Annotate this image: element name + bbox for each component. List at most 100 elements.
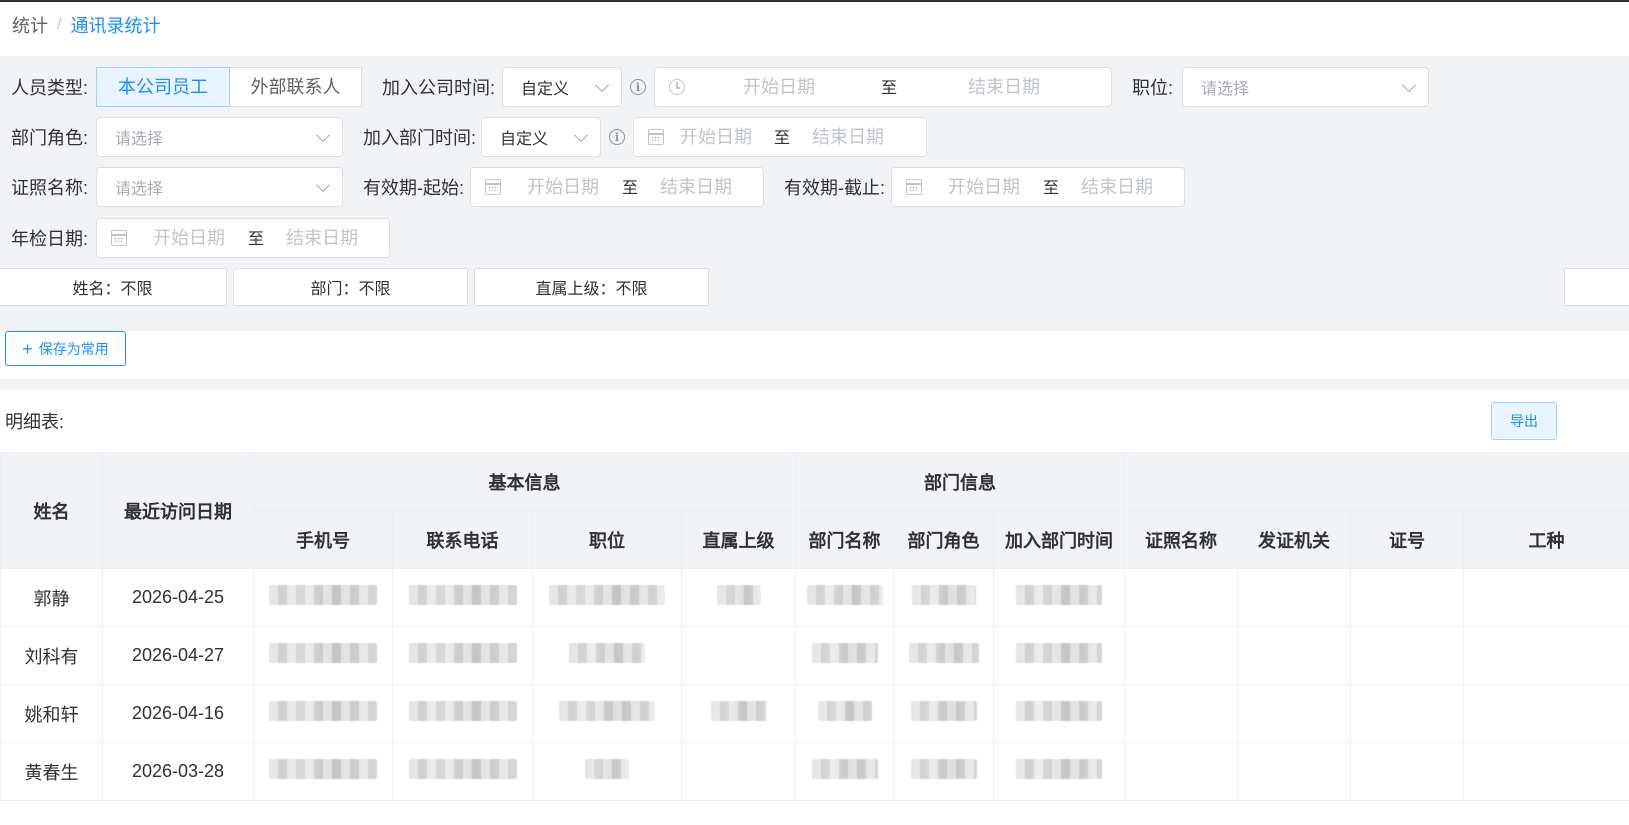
- cell-dept-name-redacted: [795, 684, 894, 743]
- cell-last-visit: 2026-03-28: [102, 742, 254, 801]
- person-type-segmented: 本公司员工 外部联系人: [96, 67, 362, 107]
- cell-phone-redacted: [392, 742, 533, 801]
- export-button[interactable]: 导出: [1491, 402, 1557, 440]
- col-header-phone[interactable]: 联系电话: [392, 510, 533, 569]
- chip-supervisor-filter[interactable]: 直属上级：不限: [474, 268, 709, 306]
- col-header-license-name[interactable]: 证照名称: [1124, 510, 1239, 569]
- plus-icon: +: [22, 338, 33, 359]
- range-separator: 至: [622, 180, 639, 197]
- cell-supervisor: [681, 742, 796, 801]
- chevron-down-icon: [315, 127, 331, 143]
- valid-start-label: 有效期-起始:: [363, 178, 464, 198]
- col-header-issuer[interactable]: 发证机关: [1237, 510, 1352, 569]
- col-header-position[interactable]: 职位: [532, 510, 682, 569]
- valid-end-label: 有效期-截止:: [784, 178, 885, 198]
- range-start-input[interactable]: 开始日期: [948, 168, 1020, 206]
- filter-row-3: 证照名称: 请选择 有效期-起始: 开始日期 至 结束日期 有效期-截止: 开始…: [11, 167, 1185, 207]
- cell-dept-role-redacted: [893, 626, 994, 685]
- group-header-dept: 部门信息: [794, 452, 1126, 511]
- person-type-internal[interactable]: 本公司员工: [96, 67, 230, 107]
- cell-phone-redacted: [392, 626, 533, 685]
- cell-cert-no: [1350, 742, 1465, 801]
- col-header-cert-no[interactable]: 证号: [1350, 510, 1465, 569]
- col-header-last-visit[interactable]: 最近访问日期: [102, 452, 254, 569]
- cell-last-visit: 2026-04-25: [102, 568, 254, 627]
- save-common-button[interactable]: + 保存为常用: [5, 331, 126, 366]
- position-label: 职位:: [1132, 78, 1174, 98]
- col-header-mobile[interactable]: 手机号: [253, 510, 393, 569]
- cell-license-name: [1124, 742, 1239, 801]
- range-end-input[interactable]: 结束日期: [812, 118, 884, 156]
- col-header-work-type[interactable]: 工种: [1463, 510, 1629, 569]
- cell-dept-role-redacted: [893, 684, 994, 743]
- cell-issuer: [1237, 568, 1352, 627]
- license-name-select[interactable]: 请选择: [96, 167, 343, 207]
- cell-name: 郭静: [0, 568, 103, 627]
- breadcrumb-root[interactable]: 统计: [12, 12, 48, 38]
- cell-mobile-redacted: [253, 626, 393, 685]
- join-company-mode-select[interactable]: 自定义: [502, 67, 622, 107]
- col-header-join-dept-time[interactable]: 加入部门时间: [992, 510, 1126, 569]
- cell-issuer: [1237, 684, 1352, 743]
- col-header-dept-role[interactable]: 部门角色: [893, 510, 994, 569]
- filter-row-1: 人员类型: 本公司员工 外部联系人 加入公司时间: 自定义 i 开始日期 至 结…: [11, 67, 1429, 107]
- col-header-supervisor[interactable]: 直属上级: [681, 510, 796, 569]
- range-end-input[interactable]: 结束日期: [660, 168, 732, 206]
- table-row[interactable]: 黄春生 2026-03-28: [0, 742, 1629, 801]
- cell-join-dept-time-redacted: [992, 684, 1126, 743]
- join-dept-mode-select[interactable]: 自定义: [481, 117, 601, 157]
- cell-issuer: [1237, 626, 1352, 685]
- join-dept-date-range[interactable]: 开始日期 至 结束日期: [633, 117, 927, 157]
- license-name-label: 证照名称:: [11, 178, 89, 198]
- range-separator: 至: [1043, 180, 1060, 197]
- cell-cert-no: [1350, 568, 1465, 627]
- valid-start-date-range[interactable]: 开始日期 至 结束日期: [470, 167, 764, 207]
- cell-position-redacted: [532, 626, 682, 685]
- chip-name-filter[interactable]: 姓名：不限: [0, 268, 227, 306]
- cell-supervisor-redacted: [681, 684, 796, 743]
- calendar-icon: [111, 230, 127, 246]
- table-row[interactable]: 郭静 2026-04-25: [0, 568, 1629, 627]
- calendar-icon: [648, 129, 664, 145]
- range-end-input[interactable]: 结束日期: [286, 219, 358, 257]
- join-dept-mode-value: 自定义: [500, 131, 549, 148]
- join-company-time-label: 加入公司时间:: [382, 78, 496, 98]
- cell-join-dept-time-redacted: [992, 742, 1126, 801]
- person-type-external[interactable]: 外部联系人: [230, 67, 362, 107]
- chip-dept-filter[interactable]: 部门：不限: [233, 268, 468, 306]
- dept-role-select[interactable]: 请选择: [96, 117, 343, 157]
- range-separator: 至: [774, 130, 791, 147]
- cell-join-dept-time-redacted: [992, 568, 1126, 627]
- cell-phone-redacted: [392, 684, 533, 743]
- table-row[interactable]: 姚和轩 2026-04-16: [0, 684, 1629, 743]
- cell-cert-no: [1350, 626, 1465, 685]
- cell-work-type: [1463, 742, 1629, 801]
- range-end-input[interactable]: 结束日期: [968, 68, 1040, 106]
- col-header-name[interactable]: 姓名: [0, 452, 103, 569]
- info-icon[interactable]: i: [630, 79, 646, 95]
- range-separator: 至: [881, 80, 898, 97]
- range-separator: 至: [248, 231, 265, 248]
- join-company-date-range[interactable]: 开始日期 至 结束日期: [654, 67, 1112, 107]
- cell-dept-role-redacted: [893, 742, 994, 801]
- detail-table: 姓名 最近访问日期 基本信息 部门信息 手机号 联系电话 职位 直属上级 部门名…: [0, 452, 1629, 801]
- range-start-input[interactable]: 开始日期: [743, 68, 815, 106]
- cell-dept-name-redacted: [795, 742, 894, 801]
- range-start-input[interactable]: 开始日期: [153, 219, 225, 257]
- breadcrumb-current: 通讯录统计: [70, 16, 161, 36]
- save-common-label: 保存为常用: [38, 340, 109, 357]
- position-select[interactable]: 请选择: [1182, 67, 1429, 107]
- col-header-dept-name[interactable]: 部门名称: [795, 510, 894, 569]
- calendar-icon: [485, 179, 501, 195]
- range-start-input[interactable]: 开始日期: [527, 168, 599, 206]
- valid-end-date-range[interactable]: 开始日期 至 结束日期: [891, 167, 1185, 207]
- save-area: + 保存为常用: [0, 331, 1629, 379]
- info-icon[interactable]: i: [609, 129, 625, 145]
- cell-mobile-redacted: [253, 568, 393, 627]
- group-header-basic: 基本信息: [253, 452, 796, 511]
- chip-overflow[interactable]: [1564, 268, 1629, 306]
- table-row[interactable]: 刘科有 2026-04-27: [0, 626, 1629, 685]
- range-start-input[interactable]: 开始日期: [680, 118, 752, 156]
- annual-check-date-range[interactable]: 开始日期 至 结束日期: [96, 218, 390, 258]
- range-end-input[interactable]: 结束日期: [1081, 168, 1153, 206]
